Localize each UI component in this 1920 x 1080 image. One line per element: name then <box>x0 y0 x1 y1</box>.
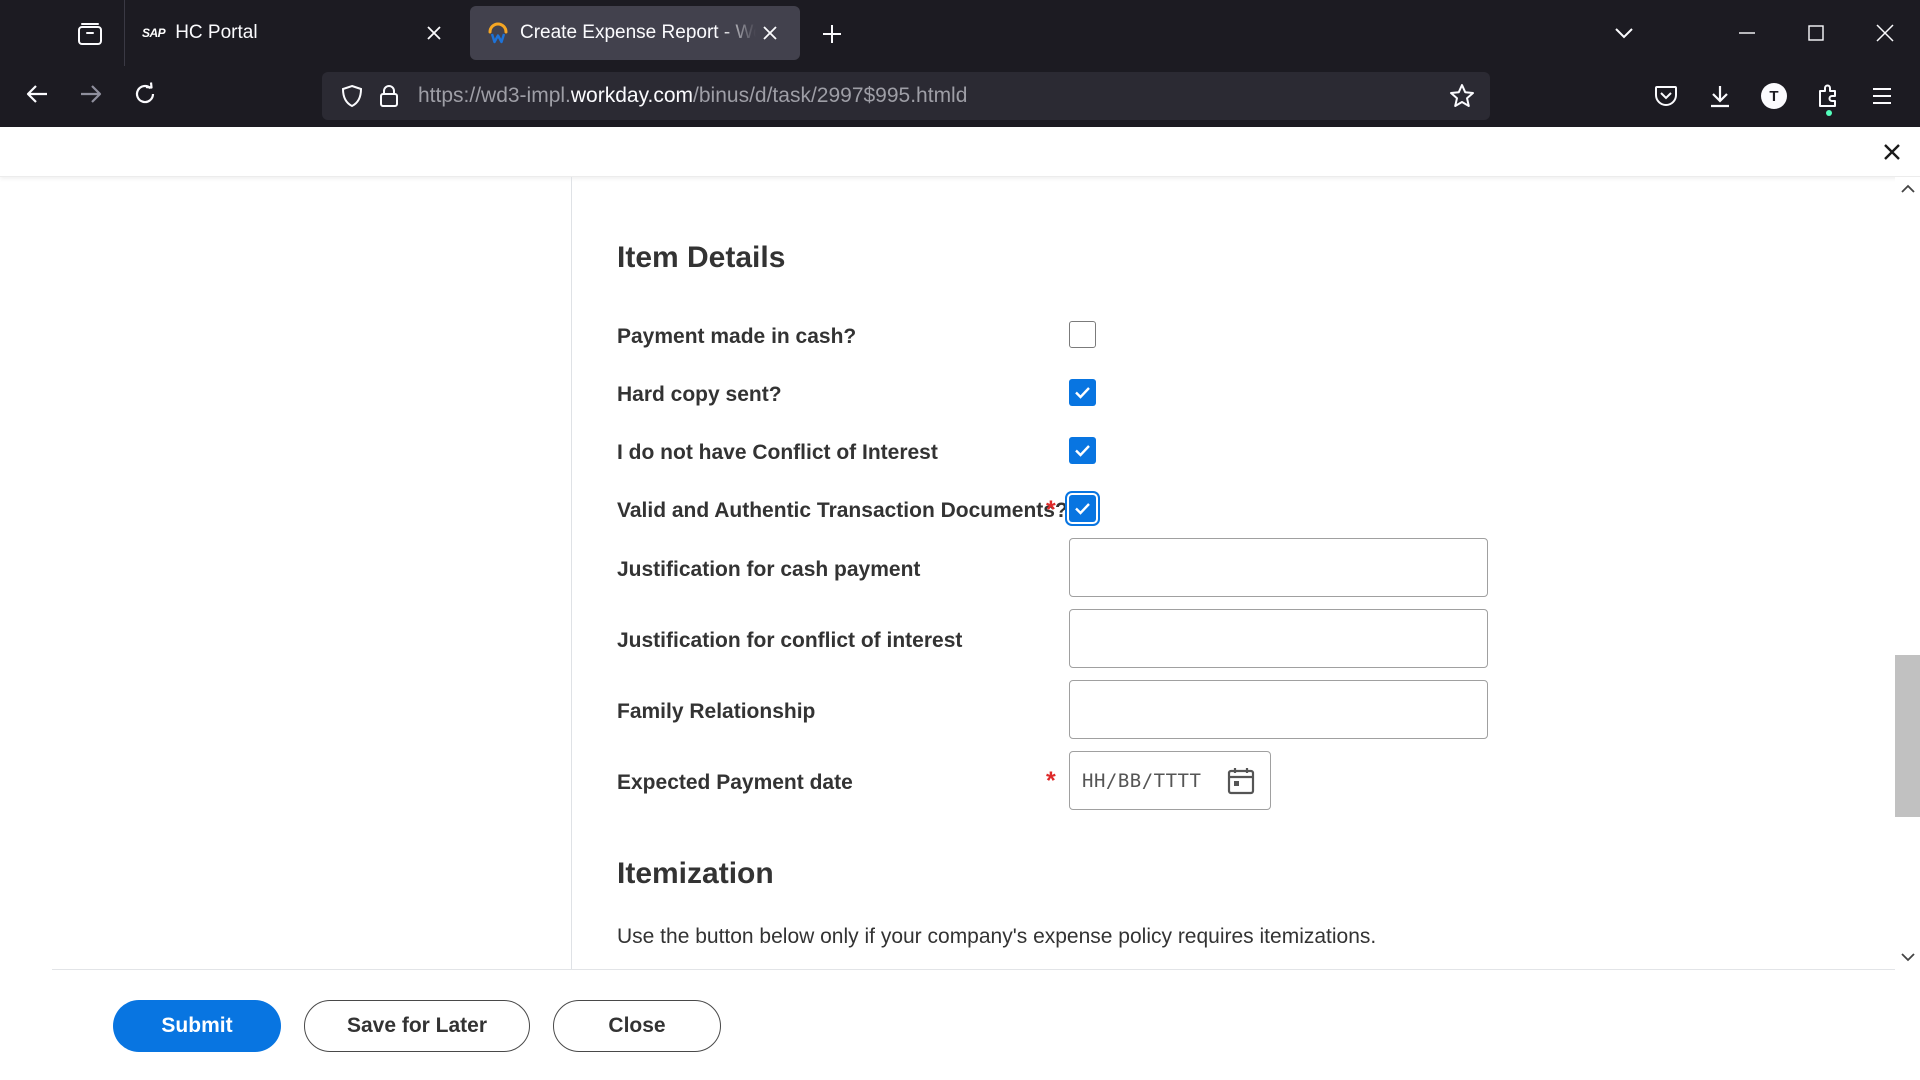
footer-divider <box>52 969 1895 970</box>
arrow-left-icon <box>26 85 47 103</box>
tab-close-button[interactable] <box>420 19 448 47</box>
label-hard-copy-sent: Hard copy sent? <box>617 383 782 406</box>
window-close-button[interactable] <box>1861 10 1909 56</box>
label-payment-cash: Payment made in cash? <box>617 325 857 348</box>
close-icon <box>1884 144 1900 160</box>
tab-label: Create Expense Report - Workday <box>520 22 756 43</box>
back-button[interactable] <box>17 74 57 114</box>
close-button[interactable]: Close <box>553 1000 721 1052</box>
label-justification-cash-payment: Justification for cash payment <box>617 558 921 581</box>
extension-status-dot <box>1826 110 1832 116</box>
account-button[interactable]: T <box>1754 76 1794 116</box>
calendar-icon[interactable] <box>1226 766 1256 796</box>
close-icon <box>427 26 441 40</box>
tab-separator <box>124 0 125 66</box>
chevron-down-icon <box>1900 953 1915 962</box>
required-marker: * <box>1046 496 1056 524</box>
tracking-protection-button[interactable] <box>334 78 370 114</box>
menu-button[interactable] <box>1862 76 1902 116</box>
label-justification-conflict-of-interest: Justification for conflict of interest <box>617 629 963 652</box>
scroll-up-button[interactable] <box>1899 180 1916 197</box>
shield-icon <box>341 84 363 108</box>
workday-logo-icon <box>488 22 508 44</box>
dialog-header <box>0 127 1920 177</box>
sap-logo-icon: SAP <box>142 26 166 40</box>
tab-overview-button[interactable] <box>62 13 118 55</box>
star-icon <box>1450 84 1474 107</box>
checkmark-icon <box>1075 445 1090 457</box>
expected-payment-date-input[interactable]: HH/BB/TTTT <box>1069 751 1271 810</box>
required-marker: * <box>1046 767 1056 795</box>
tab-bar: SAP HC Portal Create Expense Report - Wo… <box>0 0 1920 66</box>
family-relationship-input[interactable] <box>1069 680 1488 739</box>
tab-close-button[interactable] <box>756 19 784 47</box>
avatar: T <box>1761 83 1787 109</box>
justification-cash-payment-input[interactable] <box>1069 538 1488 597</box>
dialog-close-button[interactable] <box>1876 136 1908 168</box>
column-divider <box>571 177 572 969</box>
checkbox-valid-transaction-documents[interactable] <box>1069 495 1096 522</box>
list-all-tabs-button[interactable] <box>1600 10 1648 56</box>
lock-icon <box>380 85 398 107</box>
plus-icon <box>823 25 841 43</box>
downloads-button[interactable] <box>1700 76 1740 116</box>
chevron-up-icon <box>1900 184 1915 193</box>
maximize-icon <box>1808 25 1824 41</box>
pocket-icon <box>1655 86 1677 106</box>
reload-button[interactable] <box>125 74 165 114</box>
puzzle-icon <box>1819 84 1836 107</box>
scroll-down-button[interactable] <box>1899 949 1916 966</box>
label-expected-payment-date: Expected Payment date <box>617 771 853 794</box>
section-title-itemization: Itemization <box>617 857 774 890</box>
hamburger-menu-icon <box>1873 88 1891 104</box>
bookmark-button[interactable] <box>1444 78 1480 114</box>
download-icon <box>1711 86 1729 108</box>
minimize-button[interactable] <box>1723 10 1771 56</box>
url-text: https://wd3-impl.workday.com/binus/d/tas… <box>418 84 968 107</box>
dialog-footer: Submit Save for Later Close <box>0 969 1920 1080</box>
date-placeholder: HH/BB/TTTT <box>1082 769 1202 792</box>
forward-button[interactable] <box>71 74 111 114</box>
section-title-item-details: Item Details <box>617 241 786 274</box>
save-for-later-button[interactable]: Save for Later <box>304 1000 530 1052</box>
close-icon <box>1876 24 1894 42</box>
chevron-down-icon <box>1615 28 1633 39</box>
browser-chrome: SAP HC Portal Create Expense Report - Wo… <box>0 0 1920 127</box>
checkbox-payment-cash[interactable] <box>1069 321 1096 348</box>
form-content: Item Details Payment made in cash? Hard … <box>617 177 1857 969</box>
checkbox-no-conflict-of-interest[interactable] <box>1069 437 1096 464</box>
checkmark-icon <box>1075 503 1090 515</box>
label-no-conflict-of-interest: I do not have Conflict of Interest <box>617 441 938 464</box>
label-family-relationship: Family Relationship <box>617 700 816 723</box>
tab-label: HC Portal <box>175 22 258 43</box>
reload-icon <box>135 82 155 104</box>
address-bar[interactable]: https://wd3-impl.workday.com/binus/d/tas… <box>322 72 1490 120</box>
tab-hc-portal[interactable]: SAP HC Portal <box>126 6 464 60</box>
tab-create-expense-report[interactable]: Create Expense Report - Workday <box>470 6 800 60</box>
checkbox-hard-copy-sent[interactable] <box>1069 379 1096 406</box>
navigation-bar: https://wd3-impl.workday.com/binus/d/tas… <box>0 66 1920 127</box>
site-info-button[interactable] <box>374 78 404 114</box>
scrollbar-thumb[interactable] <box>1895 655 1920 817</box>
extensions-button[interactable] <box>1808 76 1848 116</box>
arrow-right-icon <box>81 85 102 103</box>
itemization-help-text: Use the button below only if your compan… <box>617 925 1377 948</box>
submit-button[interactable]: Submit <box>113 1000 281 1052</box>
checkmark-icon <box>1075 387 1090 399</box>
new-tab-button[interactable] <box>814 16 850 52</box>
minimize-icon <box>1739 32 1755 34</box>
page-scrollbar[interactable] <box>1895 177 1920 969</box>
justification-conflict-of-interest-input[interactable] <box>1069 609 1488 668</box>
firefox-view-icon <box>78 23 102 45</box>
pocket-button[interactable] <box>1646 76 1686 116</box>
close-icon <box>763 26 777 40</box>
label-valid-transaction-documents: Valid and Authentic Transaction Document… <box>617 499 1068 522</box>
maximize-button[interactable] <box>1792 10 1840 56</box>
